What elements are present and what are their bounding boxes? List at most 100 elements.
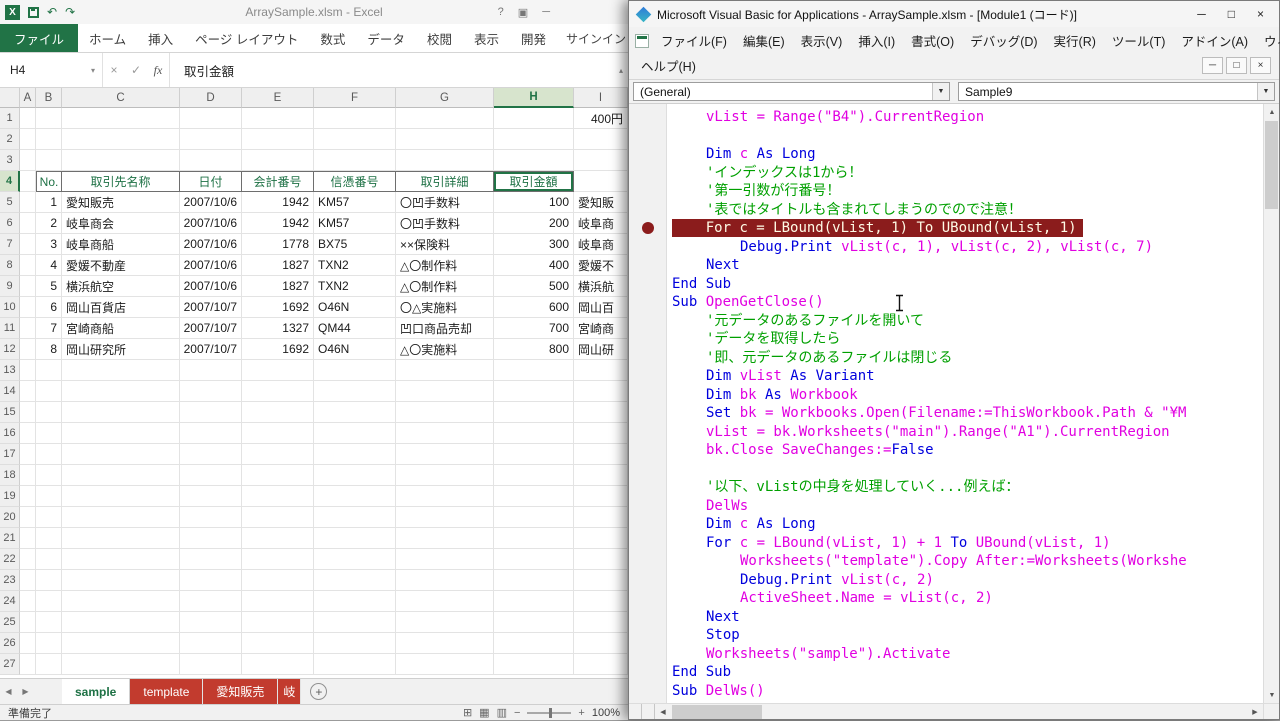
row-header-18[interactable]: 18 [0, 465, 20, 486]
cell-F16[interactable] [314, 423, 396, 444]
cell-B12[interactable]: 8 [36, 339, 62, 360]
ribbon-tab-4[interactable]: 数式 [309, 24, 356, 52]
cell-C3[interactable] [62, 150, 180, 171]
sheet-nav-left-icon[interactable]: ◀ [0, 679, 17, 704]
cell-D23[interactable] [180, 570, 242, 591]
cell-E5[interactable]: 1942 [242, 192, 314, 213]
cell-C24[interactable] [62, 591, 180, 612]
cell-G2[interactable] [396, 129, 494, 150]
cell-C1[interactable] [62, 108, 180, 129]
ribbon-tab-3[interactable]: ページ レイアウト [184, 24, 309, 52]
column-header-B[interactable]: B [36, 88, 62, 108]
code-margin[interactable] [629, 182, 667, 201]
vba-close-icon[interactable]: × [1257, 7, 1264, 21]
vba-minimize-icon[interactable]: ─ [1197, 7, 1206, 21]
cell-F5[interactable]: KM57 [314, 192, 396, 213]
cell-H22[interactable] [494, 549, 574, 570]
cell-G16[interactable] [396, 423, 494, 444]
cell-A19[interactable] [20, 486, 36, 507]
cell-E18[interactable] [242, 465, 314, 486]
cell-A10[interactable] [20, 297, 36, 318]
cell-H12[interactable]: 800 [494, 339, 574, 360]
code-margin[interactable] [629, 367, 667, 386]
cell-C9[interactable]: 横浜航空 [62, 276, 180, 297]
cell-F2[interactable] [314, 129, 396, 150]
cell-A21[interactable] [20, 528, 36, 549]
row-header-12[interactable]: 12 [0, 339, 20, 360]
cell-I8[interactable]: 愛媛不 [574, 255, 628, 276]
scroll-down-icon[interactable]: ▼ [1264, 687, 1279, 703]
zoom-slider[interactable] [527, 712, 571, 714]
cell-E1[interactable] [242, 108, 314, 129]
breakpoint-indicator[interactable] [642, 222, 654, 234]
horizontal-scrollbar[interactable]: ◀ ▶ [629, 703, 1279, 719]
scroll-right-icon[interactable]: ▶ [1247, 704, 1263, 720]
cell-H6[interactable]: 200 [494, 213, 574, 234]
cell-H14[interactable] [494, 381, 574, 402]
row-header-26[interactable]: 26 [0, 633, 20, 654]
cell-A15[interactable] [20, 402, 36, 423]
cell-C23[interactable] [62, 570, 180, 591]
vba-menu-6[interactable]: 実行(R) [1046, 31, 1104, 50]
cell-I22[interactable] [574, 549, 628, 570]
code-margin[interactable] [629, 497, 667, 516]
cell-F3[interactable] [314, 150, 396, 171]
column-header-D[interactable]: D [180, 88, 242, 108]
cell-I10[interactable]: 岡山百 [574, 297, 628, 318]
cell-F8[interactable]: TXN2 [314, 255, 396, 276]
code-margin[interactable] [629, 256, 667, 275]
vba-menu-help[interactable]: ヘルプ(H) [633, 56, 704, 75]
cell-B22[interactable] [36, 549, 62, 570]
cell-H21[interactable] [494, 528, 574, 549]
cell-F19[interactable] [314, 486, 396, 507]
code-margin[interactable] [629, 238, 667, 257]
row-header-21[interactable]: 21 [0, 528, 20, 549]
cell-C15[interactable] [62, 402, 180, 423]
cell-I25[interactable] [574, 612, 628, 633]
cell-E11[interactable]: 1327 [242, 318, 314, 339]
code-margin[interactable] [629, 312, 667, 331]
code-margin[interactable] [629, 275, 667, 294]
cell-A7[interactable] [20, 234, 36, 255]
code-margin[interactable] [629, 682, 667, 701]
excel-minimize-icon[interactable]: ─ [542, 6, 550, 19]
cell-I12[interactable]: 岡山研 [574, 339, 628, 360]
column-header-G[interactable]: G [396, 88, 494, 108]
cell-C16[interactable] [62, 423, 180, 444]
row-header-1[interactable]: 1 [0, 108, 20, 129]
split-box[interactable] [629, 704, 642, 719]
cell-B24[interactable] [36, 591, 62, 612]
ribbon-tab-0[interactable]: ファイル [0, 24, 78, 52]
cell-I27[interactable] [574, 654, 628, 675]
cell-G8[interactable]: △〇制作料 [396, 255, 494, 276]
row-header-24[interactable]: 24 [0, 591, 20, 612]
cell-D22[interactable] [180, 549, 242, 570]
cell-D14[interactable] [180, 381, 242, 402]
cell-I3[interactable] [574, 150, 628, 171]
cell-E21[interactable] [242, 528, 314, 549]
cell-H16[interactable] [494, 423, 574, 444]
cell-A18[interactable] [20, 465, 36, 486]
cell-A5[interactable] [20, 192, 36, 213]
cell-H18[interactable] [494, 465, 574, 486]
cell-E13[interactable] [242, 360, 314, 381]
cell-D7[interactable]: 2007/10/6 [180, 234, 242, 255]
cell-A6[interactable] [20, 213, 36, 234]
cell-B25[interactable] [36, 612, 62, 633]
code-margin[interactable] [629, 164, 667, 183]
cell-A12[interactable] [20, 339, 36, 360]
cell-G12[interactable]: △〇実施料 [396, 339, 494, 360]
cell-C5[interactable]: 愛知販売 [62, 192, 180, 213]
cell-A1[interactable] [20, 108, 36, 129]
cell-H2[interactable] [494, 129, 574, 150]
vba-maximize-icon[interactable]: □ [1228, 7, 1235, 21]
name-box[interactable]: H4 [0, 53, 84, 87]
ribbon-tab-6[interactable]: 校閲 [416, 24, 463, 52]
cell-E6[interactable]: 1942 [242, 213, 314, 234]
hscrollbar-thumb[interactable] [672, 705, 762, 719]
cell-D25[interactable] [180, 612, 242, 633]
cell-G23[interactable] [396, 570, 494, 591]
cell-C22[interactable] [62, 549, 180, 570]
cell-G25[interactable] [396, 612, 494, 633]
page-break-view-icon[interactable]: ▥ [497, 706, 507, 719]
